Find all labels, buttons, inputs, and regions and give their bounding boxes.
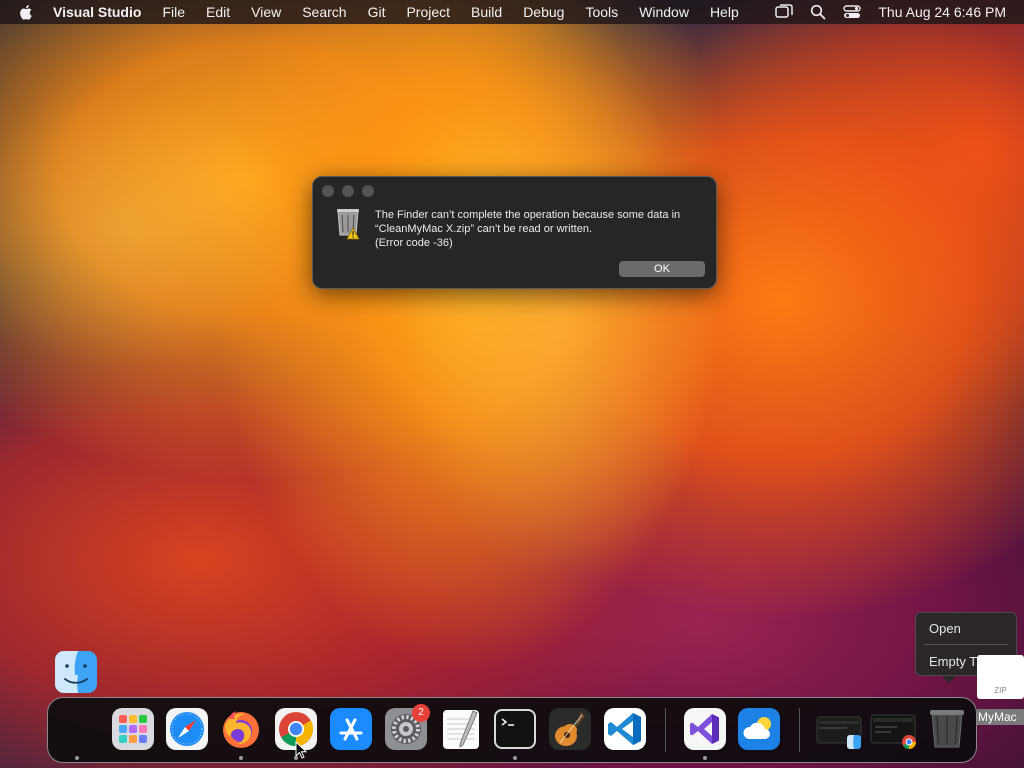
mouse-cursor-icon	[295, 741, 307, 759]
menu-tools[interactable]: Tools	[585, 4, 618, 20]
running-indicator	[75, 756, 79, 760]
menu-window[interactable]: Window	[639, 4, 689, 20]
zip-file-kind: ZIP	[994, 686, 1007, 695]
safari-icon[interactable]	[165, 707, 209, 751]
menu-bar-clock[interactable]: Thu Aug 24 6:46 PM	[878, 4, 1006, 20]
menu-debug[interactable]: Debug	[523, 4, 564, 20]
menu-help[interactable]: Help	[710, 4, 739, 20]
dock: 2	[47, 697, 977, 763]
menu-git[interactable]: Git	[368, 4, 386, 20]
trash-icon[interactable]	[925, 707, 969, 751]
menu-project[interactable]: Project	[406, 4, 450, 20]
weather-icon[interactable]	[737, 707, 781, 751]
menu-view[interactable]: View	[251, 4, 281, 20]
context-menu-pointer	[942, 676, 956, 683]
notification-badge: 2	[412, 704, 430, 722]
screen-mirroring-icon[interactable]	[775, 4, 794, 20]
menu-edit[interactable]: Edit	[206, 4, 230, 20]
context-menu-open[interactable]: Open	[929, 621, 961, 636]
alert-message: The Finder can’t complete the operation …	[375, 208, 710, 250]
launchpad-icon[interactable]	[111, 707, 155, 751]
visual-studio-icon[interactable]	[683, 707, 727, 751]
app-name-menu[interactable]: Visual Studio	[53, 4, 141, 20]
garageband-icon[interactable]	[548, 707, 592, 751]
menu-build[interactable]: Build	[471, 4, 502, 20]
alert-message-line-1: The Finder can’t complete the operation …	[375, 209, 681, 221]
spotlight-search-icon[interactable]	[810, 4, 826, 20]
finder-window-thumbnail-icon[interactable]	[815, 707, 865, 751]
zip-file-icon[interactable]: ZIP	[977, 655, 1024, 699]
menu-search[interactable]: Search	[302, 4, 346, 20]
running-indicator	[703, 756, 707, 760]
control-center-icon[interactable]	[843, 4, 862, 20]
window-controls	[322, 185, 374, 197]
chrome-window-thumbnail-icon[interactable]	[869, 707, 919, 751]
finder-icon[interactable]	[55, 651, 97, 693]
menu-file[interactable]: File	[162, 4, 185, 20]
minimize-button[interactable]	[342, 185, 354, 197]
textedit-icon[interactable]	[439, 707, 483, 751]
app-store-icon[interactable]	[329, 707, 373, 751]
close-button[interactable]	[322, 185, 334, 197]
zip-file-label[interactable]: MyMac	[977, 709, 1024, 725]
menu-bar: Visual Studio File Edit View Search Git …	[0, 0, 1024, 24]
alert-message-line-2: “CleanMyMac X.zip” can’t be read or writ…	[375, 223, 593, 235]
alert-error-code: (Error code -36)	[375, 237, 453, 249]
terminal-icon[interactable]	[493, 707, 537, 751]
trash-warning-icon	[337, 209, 360, 240]
dock-separator	[799, 708, 800, 752]
dock-separator	[665, 708, 666, 752]
context-menu-separator	[924, 644, 1008, 645]
desktop-wallpaper	[0, 0, 1024, 768]
apple-menu-icon[interactable]	[18, 4, 36, 20]
ok-button[interactable]: OK	[619, 261, 705, 277]
vscode-icon[interactable]	[603, 707, 647, 751]
running-indicator	[239, 756, 243, 760]
firefox-icon[interactable]	[219, 707, 263, 751]
error-alert-dialog: The Finder can’t complete the operation …	[312, 176, 717, 289]
running-indicator	[513, 756, 517, 760]
zoom-button[interactable]	[362, 185, 374, 197]
